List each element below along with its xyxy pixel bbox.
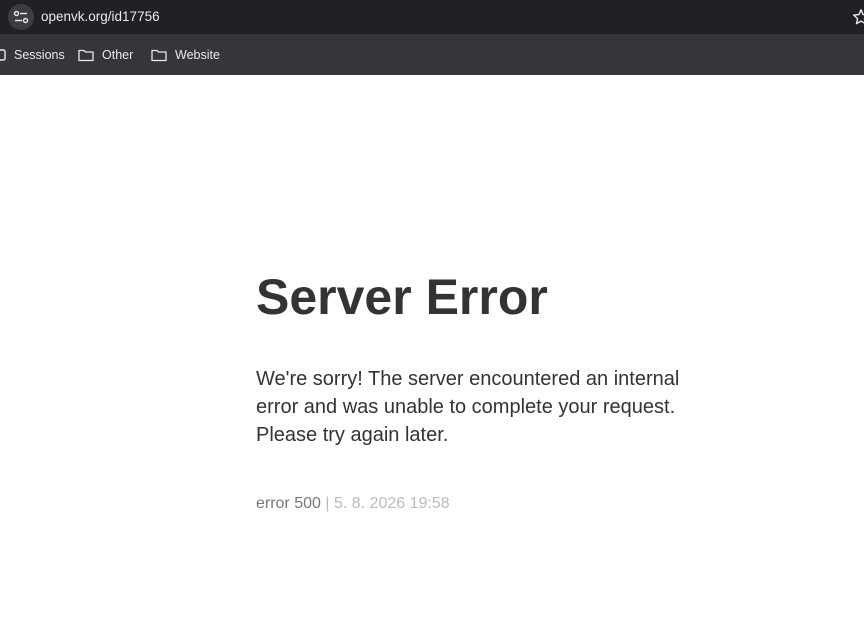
- error-timestamp: 5. 8. 2026 19:58: [333, 495, 450, 512]
- error-code: error 500: [256, 495, 321, 512]
- bookmark-other[interactable]: Other: [78, 46, 133, 64]
- error-message: We're sorry! The server encountered an i…: [256, 368, 680, 446]
- bookmark-icon: [0, 49, 6, 61]
- bookmark-label: Sessions: [14, 48, 65, 62]
- browser-toolbar: openvk.org/id17756: [0, 0, 864, 34]
- folder-icon: [78, 49, 94, 62]
- page-title: Server Error: [256, 269, 548, 325]
- bookmark-label: Website: [175, 48, 220, 62]
- error-footer: error 500 | 5. 8. 2026 19:58: [256, 495, 450, 513]
- separator: |: [320, 495, 334, 512]
- star-icon[interactable]: [852, 8, 864, 26]
- bookmark-sessions[interactable]: Sessions: [0, 46, 65, 64]
- folder-icon: [151, 49, 167, 62]
- bookmarks-bar: Sessions Other Website: [0, 34, 864, 75]
- address-bar[interactable]: openvk.org/id17756: [41, 9, 160, 24]
- page-content: Server Error We're sorry! The server enc…: [0, 75, 864, 627]
- bookmark-label: Other: [102, 48, 134, 62]
- bookmark-website[interactable]: Website: [151, 46, 220, 64]
- tune-icon: [13, 10, 29, 24]
- site-info-button[interactable]: [8, 4, 34, 30]
